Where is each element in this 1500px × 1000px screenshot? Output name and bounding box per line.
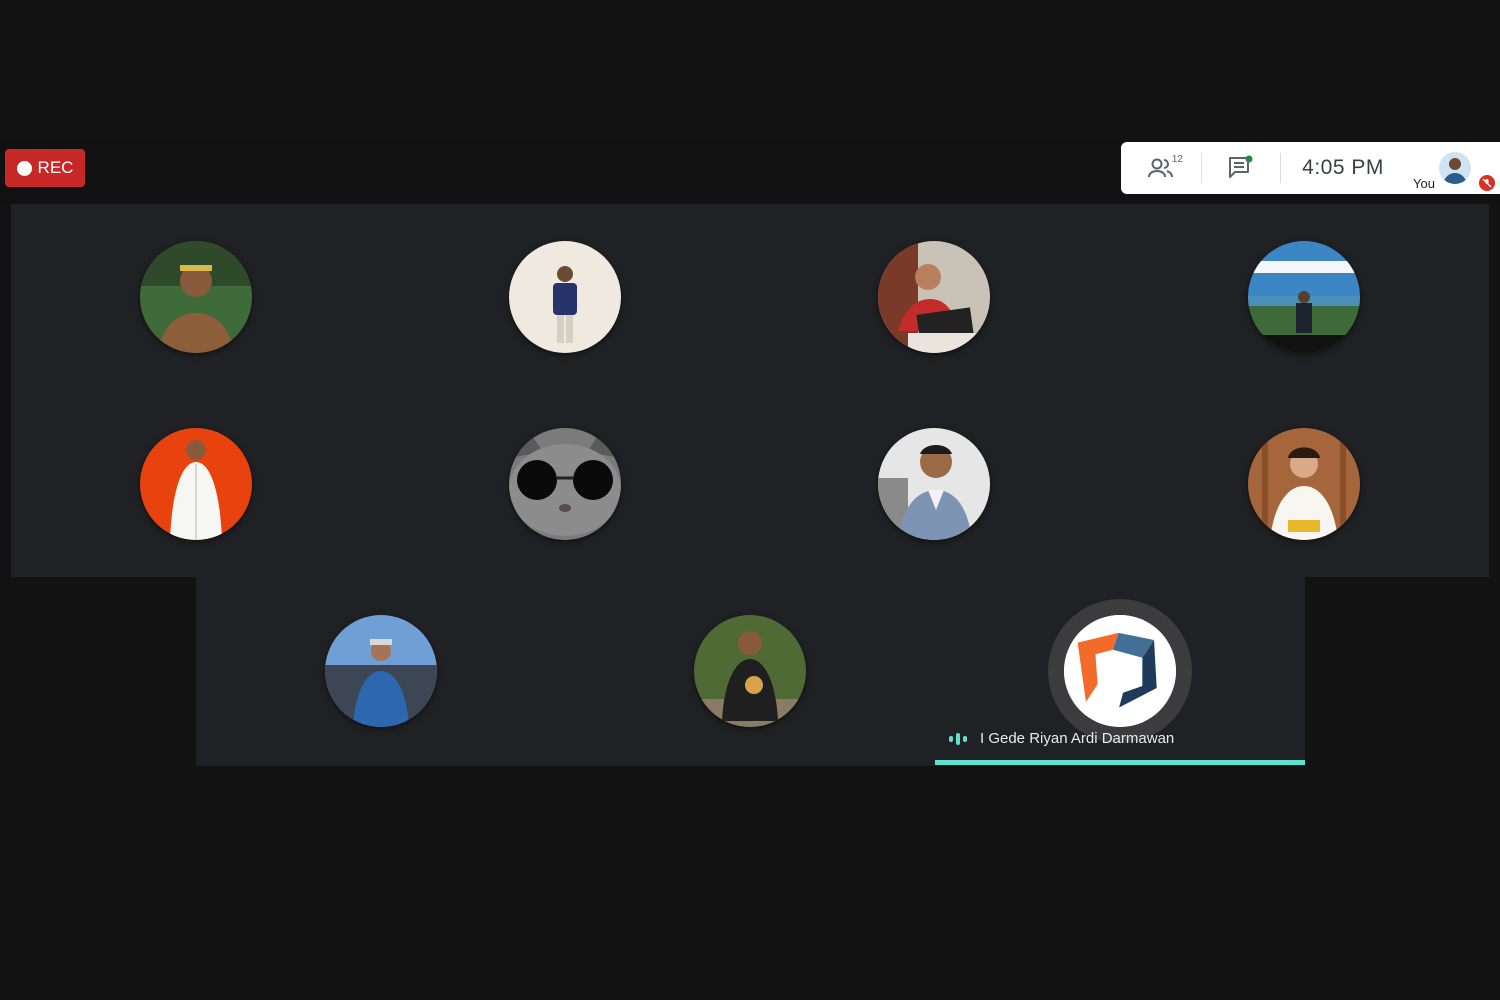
participant-5-avatar[interactable]	[140, 428, 252, 540]
organization-logo-icon	[1064, 615, 1176, 727]
chat-icon	[1229, 155, 1253, 178]
meeting-info-bar: 12 4:05 PM You	[1121, 142, 1500, 194]
participant-8-avatar[interactable]	[1248, 428, 1360, 540]
record-dot-icon	[16, 160, 32, 176]
recording-label: REC	[37, 158, 74, 177]
self-avatar	[1439, 152, 1471, 184]
meeting-view: REC 12 4:05 PM You I Gede Riyan Ardi Dar…	[0, 140, 1500, 766]
you-label: You	[1413, 176, 1435, 191]
participant-2-avatar[interactable]	[509, 241, 621, 353]
active-speaker-avatar	[1064, 615, 1176, 727]
active-speaker-name: I Gede Riyan Ardi Darmawan	[980, 730, 1175, 747]
clock-time: 4:05 PM	[1302, 156, 1384, 179]
participant-count: 12	[1171, 154, 1183, 165]
active-speaker-highlight	[935, 760, 1305, 765]
participant-3-avatar[interactable]	[878, 241, 990, 353]
people-button[interactable]: 12	[1121, 142, 1201, 194]
top-bar: REC 12 4:05 PM You	[0, 140, 1500, 202]
participant-4-avatar[interactable]	[1248, 241, 1360, 353]
mic-off-icon	[1479, 175, 1495, 191]
participant-7-avatar[interactable]	[878, 428, 990, 540]
participant-1-avatar[interactable]	[140, 241, 252, 353]
self-view-button[interactable]: You	[1405, 142, 1499, 194]
participant-6-avatar[interactable]	[509, 428, 621, 540]
participant-10-avatar[interactable]	[694, 615, 806, 727]
chat-button[interactable]	[1202, 142, 1280, 194]
speaking-indicator-icon	[949, 732, 967, 745]
active-speaker-tile[interactable]	[1048, 599, 1192, 743]
meeting-clock: 4:05 PM	[1281, 142, 1405, 194]
recording-indicator: REC	[5, 149, 85, 187]
active-speaker-label: I Gede Riyan Ardi Darmawan	[948, 730, 1174, 747]
people-icon	[1148, 158, 1173, 178]
participant-9-avatar[interactable]	[325, 615, 437, 727]
